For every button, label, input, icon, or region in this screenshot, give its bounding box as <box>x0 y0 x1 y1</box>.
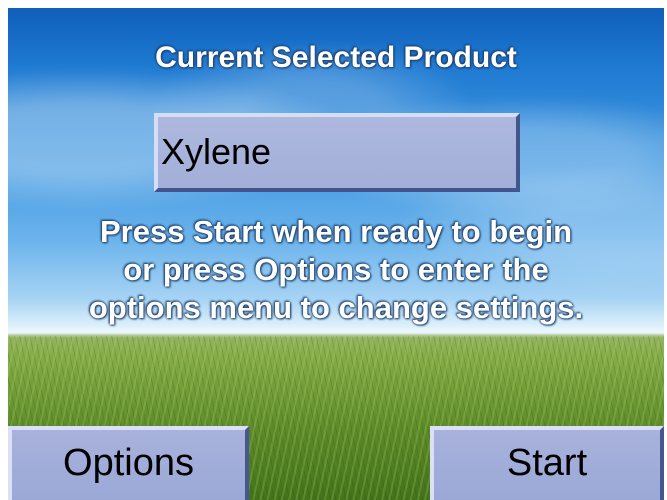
options-button[interactable]: Options <box>8 426 249 500</box>
selected-product-field: Xylene <box>154 113 520 192</box>
instructions-text: Press Start when ready to begin or press… <box>56 213 616 327</box>
selected-product-value: Xylene <box>161 131 272 172</box>
instruction-line-2: or press Options to enter the <box>123 252 549 287</box>
instruction-line-3: options menu to change settings. <box>88 290 584 325</box>
page-title: Current Selected Product <box>155 41 517 74</box>
instruction-line-1: Press Start when ready to begin <box>99 214 573 249</box>
start-button[interactable]: Start <box>430 426 664 500</box>
product-selection-screen: Current Selected Product Xylene Press St… <box>8 8 664 500</box>
